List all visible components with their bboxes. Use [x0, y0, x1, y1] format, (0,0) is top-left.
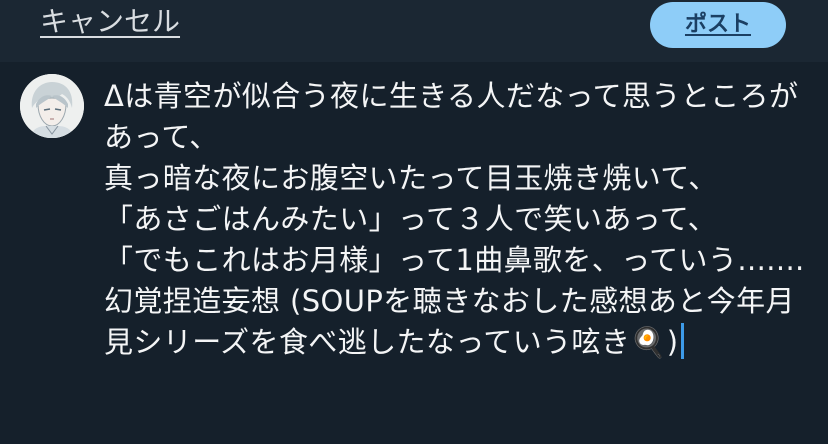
post-text: Δは青空が似合う夜に生きる人だなって思うところがあって、 真っ暗な夜にお腹空いた…: [104, 79, 805, 359]
compose-header: キャンセル ポスト: [0, 0, 828, 62]
post-text-area[interactable]: Δは青空が似合う夜に生きる人だなって思うところがあって、 真っ暗な夜にお腹空いた…: [104, 76, 814, 436]
user-avatar-icon: [20, 74, 84, 138]
cancel-button[interactable]: キャンセル: [40, 4, 180, 40]
post-button[interactable]: ポスト: [650, 2, 786, 48]
avatar[interactable]: [20, 74, 84, 138]
post-text-content[interactable]: Δは青空が似合う夜に生きる人だなって思うところがあって、 真っ暗な夜にお腹空いた…: [104, 76, 814, 363]
text-cursor: [680, 323, 684, 359]
